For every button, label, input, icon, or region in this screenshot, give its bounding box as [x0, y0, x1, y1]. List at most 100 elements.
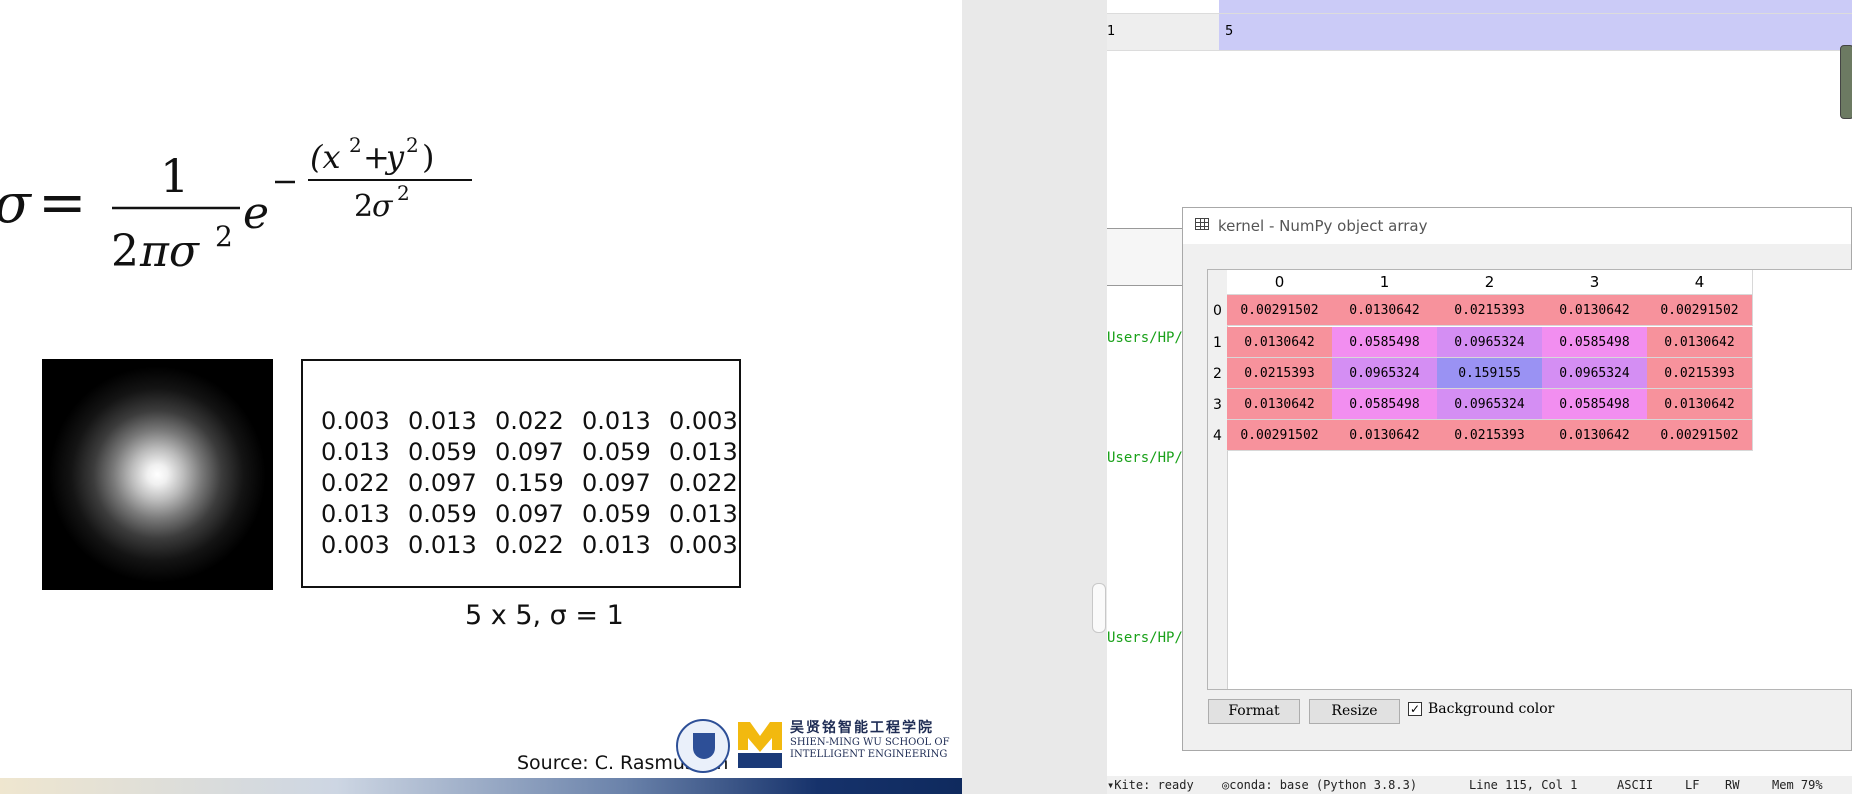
array-cell[interactable]: 0.0215393	[1647, 358, 1753, 389]
kernel-value: 0.003	[669, 531, 738, 559]
kernel-value: 0.097	[582, 469, 651, 497]
dialog-titlebar[interactable]: kernel - NumPy object array	[1183, 208, 1851, 244]
row-header[interactable]: 2	[1208, 366, 1227, 382]
background-color-checkbox[interactable]: ✓	[1408, 702, 1422, 716]
array-cell[interactable]: 0.0585498	[1332, 389, 1438, 420]
kernel-value: 0.059	[408, 500, 477, 528]
array-cell[interactable]: 0.00291502	[1647, 295, 1753, 326]
array-cell[interactable]: 0.0965324	[1332, 358, 1438, 389]
column-header[interactable]: 0	[1227, 270, 1333, 295]
array-cell[interactable]: 0.0585498	[1332, 327, 1438, 358]
svg-text:2: 2	[354, 189, 373, 224]
array-cell[interactable]: 0.0215393	[1437, 295, 1543, 326]
university-seal-logo	[676, 719, 730, 773]
kernel-value: 0.022	[669, 469, 738, 497]
resize-button[interactable]: Resize	[1309, 699, 1400, 724]
kernel-value: 0.013	[408, 407, 477, 435]
kernel-value: 0.022	[495, 531, 564, 559]
row-header[interactable]: 4	[1208, 428, 1227, 444]
array-cell[interactable]: 0.0215393	[1227, 358, 1333, 389]
svg-text:1: 1	[160, 149, 189, 203]
cursor-position: Line 115, Col 1	[1469, 778, 1578, 792]
console-path: Users/HP/	[1107, 630, 1183, 646]
table-icon	[1195, 218, 1209, 230]
array-cell[interactable]: 0.0130642	[1332, 420, 1438, 451]
kernel-value: 0.097	[408, 469, 477, 497]
gaussian-formula: σ = 1 2 πσ 2 e (x 2 + y 2 ) 2 σ 2	[0, 133, 472, 277]
kernel-value: 0.097	[495, 500, 564, 528]
svg-text:e: e	[243, 188, 269, 239]
svg-text:σ: σ	[0, 172, 33, 235]
kernel-value: 0.013	[669, 500, 738, 528]
format-button[interactable]: Format	[1208, 699, 1300, 724]
column-header[interactable]: 1	[1332, 270, 1438, 295]
eol-status: LF	[1685, 778, 1700, 792]
array-cell[interactable]: 0.0965324	[1437, 327, 1543, 358]
svg-text:): )	[422, 138, 434, 176]
memory-status: Mem 79%	[1772, 778, 1823, 792]
panel-divider	[1107, 228, 1183, 286]
mode-status: RW	[1725, 778, 1740, 792]
array-cell[interactable]: 0.0130642	[1227, 327, 1333, 358]
scrollbar-thumb[interactable]	[1840, 45, 1852, 119]
svg-text:σ: σ	[372, 189, 394, 224]
svg-text:πσ: πσ	[139, 226, 201, 277]
column-header[interactable]: 4	[1647, 270, 1753, 295]
kernel-caption: 5 x 5, σ = 1	[465, 600, 624, 631]
background-color-label: Background color	[1428, 701, 1555, 717]
kernel-value: 0.013	[582, 531, 651, 559]
svg-text:=: =	[38, 168, 87, 236]
conda-status: ◎conda: base (Python 3.8.3)	[1222, 778, 1418, 792]
array-cell[interactable]: 0.0130642	[1542, 420, 1648, 451]
lecture-slide: σ = 1 2 πσ 2 e (x 2 + y 2 ) 2 σ 2 0.0030…	[0, 0, 962, 794]
row-header[interactable]: 0	[1208, 303, 1227, 319]
variable-row-value: 5	[1219, 14, 1852, 50]
array-cell[interactable]: 0.0585498	[1542, 389, 1648, 420]
variable-row-prev	[1219, 0, 1852, 13]
console-path: Users/HP/	[1107, 330, 1183, 346]
array-cell[interactable]: 0.00291502	[1227, 420, 1333, 451]
array-editor-dialog[interactable]: kernel - NumPy object array 0 1 2 3 4 0 1 2 3 4 0.…	[1182, 207, 1852, 751]
array-table[interactable]: 0 1 2 3 4 0 1 2 3 4 0.00291502 0.0130642 0.0215393 0.…	[1207, 269, 1852, 690]
array-cell[interactable]: 0.0965324	[1437, 389, 1543, 420]
array-cell[interactable]: 0.00291502	[1227, 295, 1333, 326]
kernel-value: 0.013	[321, 500, 390, 528]
kernel-value: 0.003	[321, 407, 390, 435]
array-cell[interactable]: 0.0585498	[1542, 327, 1648, 358]
kernel-value: 0.059	[408, 438, 477, 466]
array-cell[interactable]: 0.0965324	[1542, 358, 1648, 389]
variable-row[interactable]: 1 5	[1107, 13, 1852, 51]
svg-text:2: 2	[215, 220, 233, 253]
row-header[interactable]: 1	[1208, 335, 1227, 351]
kernel-value: 0.013	[582, 407, 651, 435]
kernel-value: 0.013	[408, 531, 477, 559]
svg-text:y: y	[384, 138, 405, 176]
kernel-value: 0.022	[495, 407, 564, 435]
console-path: Users/HP/	[1107, 450, 1183, 466]
array-cell[interactable]: 0.0130642	[1647, 327, 1753, 358]
kernel-values-box: 0.003 0.013 0.022 0.013 0.003 0.013 0.059 0.097…	[301, 359, 741, 588]
kernel-value: 0.059	[582, 500, 651, 528]
array-cell[interactable]: 0.00291502	[1647, 420, 1753, 451]
slide-footer-bar	[0, 778, 962, 794]
array-cell[interactable]: 0.0130642	[1332, 295, 1438, 326]
svg-text:2: 2	[111, 226, 139, 277]
array-cell[interactable]: 0.0130642	[1647, 389, 1753, 420]
array-cell[interactable]: 0.159155	[1437, 358, 1543, 389]
michigan-m-logo	[738, 722, 782, 768]
array-cell[interactable]: 0.0130642	[1542, 295, 1648, 326]
array-cell[interactable]: 0.0215393	[1437, 420, 1543, 451]
kernel-value: 0.013	[669, 438, 738, 466]
kernel-value: 0.159	[495, 469, 564, 497]
column-header[interactable]: 3	[1542, 270, 1648, 295]
dialog-title: kernel - NumPy object array	[1218, 217, 1428, 235]
splitter-handle[interactable]	[1092, 583, 1106, 633]
school-name: 吴贤铭智能工程学院 SHIEN-MING WU SCHOOL OF INTELL…	[790, 720, 950, 760]
row-header[interactable]: 3	[1208, 397, 1227, 413]
kernel-value: 0.013	[321, 438, 390, 466]
column-header[interactable]: 2	[1437, 270, 1543, 295]
variable-row-index: 1	[1107, 14, 1219, 50]
svg-text:2: 2	[349, 133, 362, 157]
array-cell[interactable]: 0.0130642	[1227, 389, 1333, 420]
gaussian-kernel-image	[42, 359, 273, 590]
